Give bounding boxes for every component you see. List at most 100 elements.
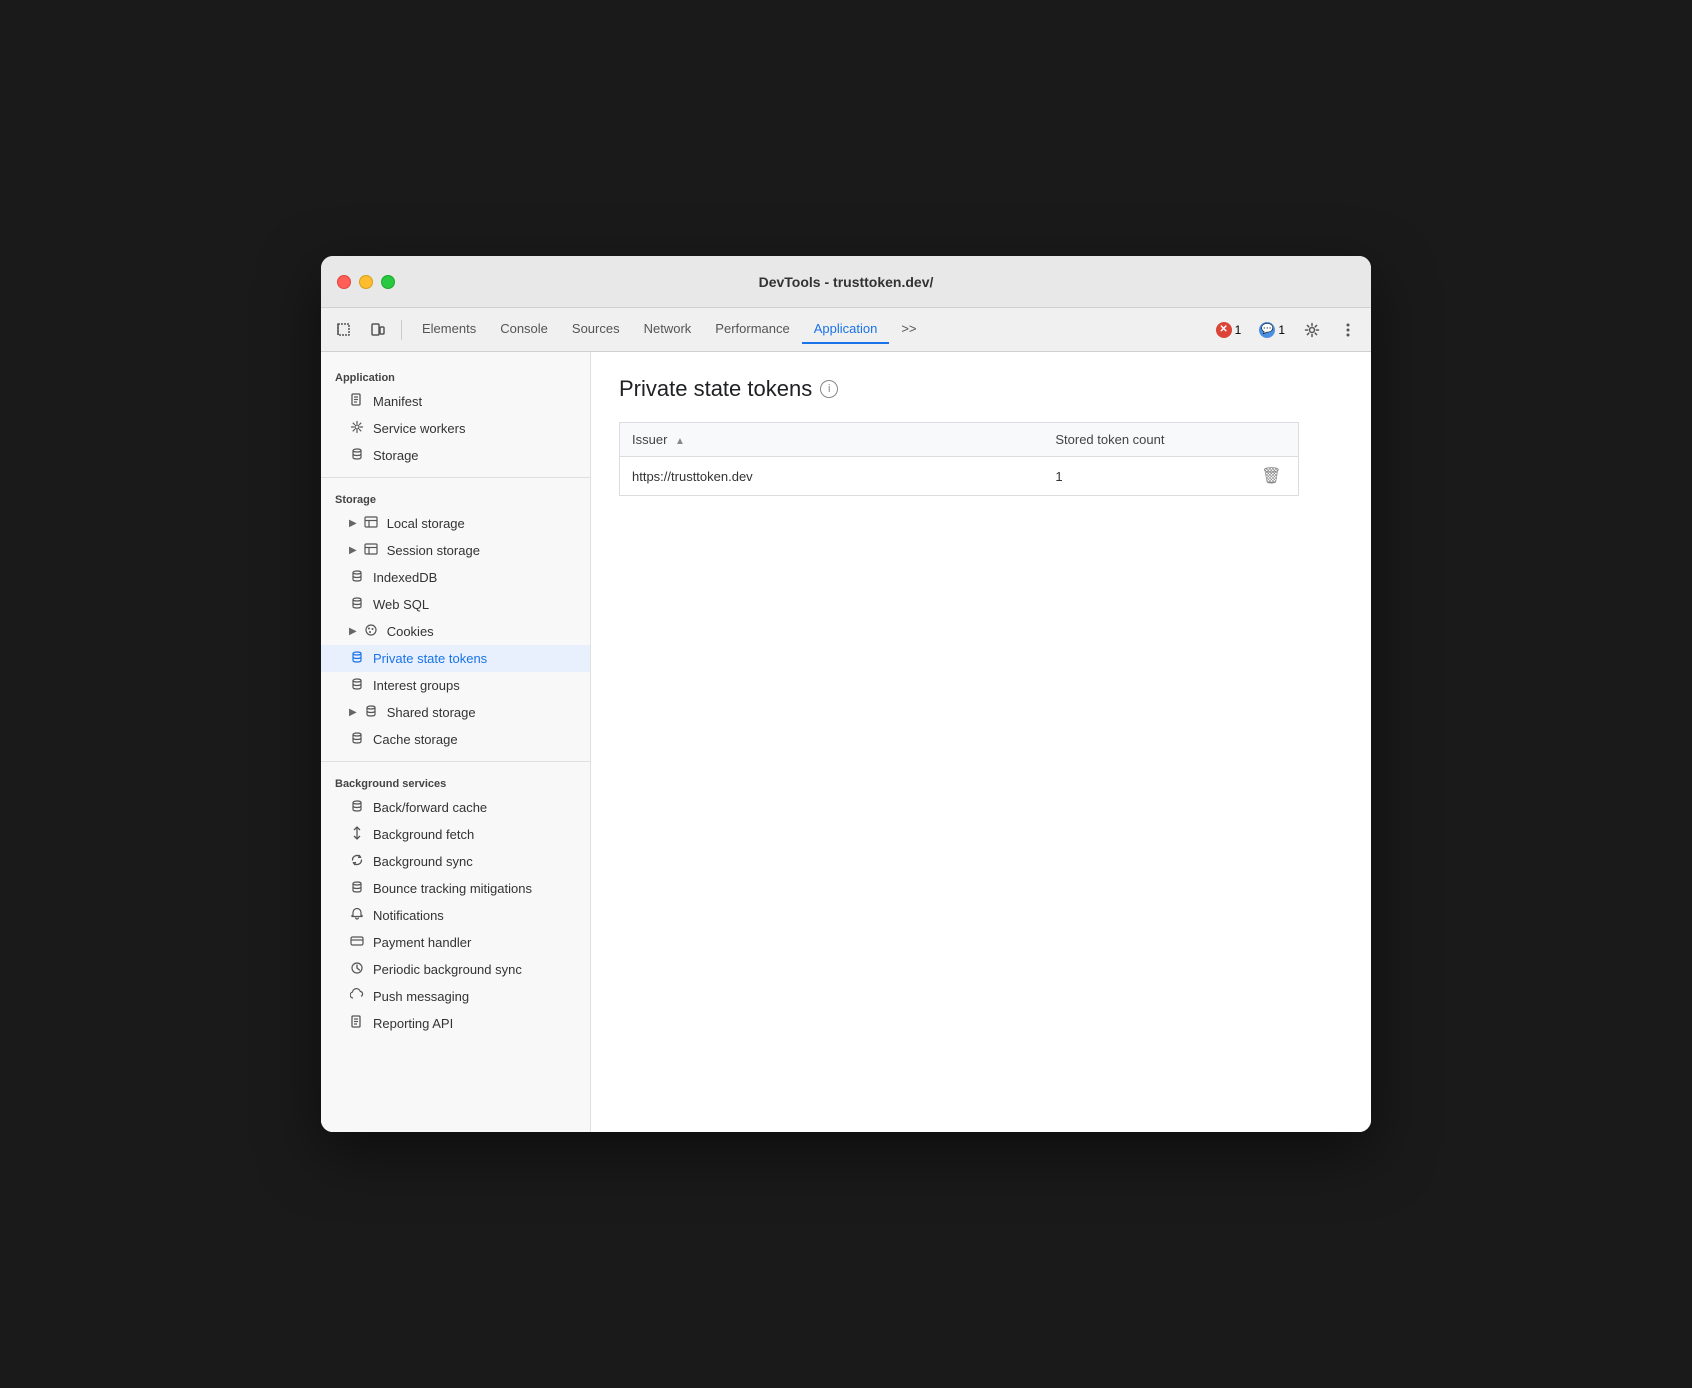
traffic-lights (337, 275, 395, 289)
sidebar-item-interest-groups[interactable]: Interest groups (321, 672, 590, 699)
sidebar-item-session-storage[interactable]: ▶ Session storage (321, 537, 590, 564)
sidebar-item-bounce-tracking[interactable]: Bounce tracking mitigations (321, 875, 590, 902)
th-issuer-label: Issuer (632, 432, 667, 447)
th-action (1245, 423, 1298, 457)
table-icon (363, 515, 379, 532)
sidebar-item-private-state-tokens[interactable]: Private state tokens (321, 645, 590, 672)
sidebar-label-local-storage: Local storage (387, 516, 465, 531)
sidebar-item-local-storage[interactable]: ▶ Local storage (321, 510, 590, 537)
th-issuer[interactable]: Issuer ▲ (620, 423, 1044, 457)
sidebar: Application Manifest Service workers Sto… (321, 352, 591, 1132)
settings-button[interactable] (1297, 316, 1327, 344)
minimize-button[interactable] (359, 275, 373, 289)
device-toolbar-button[interactable] (363, 316, 393, 344)
gear-icon (1304, 322, 1320, 338)
sidebar-item-indexeddb[interactable]: IndexedDB (321, 564, 590, 591)
info-icon[interactable]: i (820, 380, 838, 398)
delete-token-button[interactable]: 🗑 (1257, 466, 1285, 486)
sidebar-item-reporting-api[interactable]: Reporting API (321, 1010, 590, 1037)
sidebar-label-manifest: Manifest (373, 394, 422, 409)
sidebar-item-manifest[interactable]: Manifest (321, 388, 590, 415)
table-row: https://trusttoken.dev 1 🗑 (620, 457, 1299, 496)
cloud-icon (349, 988, 365, 1005)
error-count: 1 (1235, 323, 1242, 337)
file-icon (349, 393, 365, 410)
warning-count: 1 (1278, 323, 1285, 337)
sidebar-item-payment-handler[interactable]: Payment handler (321, 929, 590, 956)
file-icon-reporting (349, 1015, 365, 1032)
toolbar-right: ✕ 1 💬 1 (1210, 316, 1363, 344)
sidebar-item-periodic-bg-sync[interactable]: Periodic background sync (321, 956, 590, 983)
sidebar-item-notifications[interactable]: Notifications (321, 902, 590, 929)
tab-network[interactable]: Network (632, 315, 704, 344)
warning-badge-button[interactable]: 💬 1 (1253, 320, 1291, 340)
more-options-button[interactable] (1333, 316, 1363, 344)
arrow-cookies: ▶ (349, 626, 357, 637)
action-cell: 🗑 (1245, 457, 1298, 496)
database-icon-indexed (349, 569, 365, 586)
sidebar-item-cache-storage[interactable]: Cache storage (321, 726, 590, 753)
main-panel: Private state tokens i Issuer ▲ Stored t… (591, 352, 1371, 1132)
sidebar-label-cookies: Cookies (387, 624, 434, 639)
warning-icon: 💬 (1259, 322, 1275, 338)
cookie-icon (363, 623, 379, 640)
sidebar-label-periodic-bg-sync: Periodic background sync (373, 962, 522, 977)
device-icon (370, 322, 386, 338)
sidebar-section-bg-services: Background services (321, 770, 590, 794)
panel-title: Private state tokens (619, 376, 812, 402)
table-icon-session (363, 542, 379, 559)
cursor-icon (336, 322, 352, 338)
sidebar-label-interest-groups: Interest groups (373, 678, 460, 693)
tab-application[interactable]: Application (802, 315, 890, 344)
tokens-table: Issuer ▲ Stored token count https://trus… (619, 422, 1299, 496)
sidebar-section-storage: Storage (321, 486, 590, 510)
cursor-tool-button[interactable] (329, 316, 359, 344)
sidebar-item-bg-fetch[interactable]: Background fetch (321, 821, 590, 848)
database-icon-bt (349, 880, 365, 897)
sidebar-label-bg-sync: Background sync (373, 854, 473, 869)
main-area: Application Manifest Service workers Sto… (321, 352, 1371, 1132)
tab-sources[interactable]: Sources (560, 315, 632, 344)
window-title: DevTools - trusttoken.dev/ (759, 274, 934, 290)
sidebar-label-shared-storage: Shared storage (387, 705, 476, 720)
sidebar-item-shared-storage[interactable]: ▶ Shared storage (321, 699, 590, 726)
error-badge-button[interactable]: ✕ 1 (1210, 320, 1248, 340)
sidebar-section-application: Application (321, 364, 590, 388)
database-icon-bfc (349, 799, 365, 816)
sync-icon (349, 853, 365, 870)
database-icon-pst (349, 650, 365, 667)
sidebar-label-websql: Web SQL (373, 597, 429, 612)
sidebar-label-push-messaging: Push messaging (373, 989, 469, 1004)
th-count-label: Stored token count (1055, 432, 1164, 447)
sidebar-label-bg-fetch: Background fetch (373, 827, 474, 842)
sidebar-item-storage-app[interactable]: Storage (321, 442, 590, 469)
panel-title-row: Private state tokens i (619, 376, 1343, 402)
tab-elements[interactable]: Elements (410, 315, 488, 344)
maximize-button[interactable] (381, 275, 395, 289)
arrow-local-storage: ▶ (349, 518, 357, 529)
sidebar-item-websql[interactable]: Web SQL (321, 591, 590, 618)
count-cell: 1 (1043, 457, 1245, 496)
sidebar-label-notifications: Notifications (373, 908, 444, 923)
sidebar-label-indexeddb: IndexedDB (373, 570, 437, 585)
toolbar: Elements Console Sources Network Perform… (321, 308, 1371, 352)
tab-more[interactable]: >> (889, 315, 928, 344)
sidebar-item-cookies[interactable]: ▶ Cookies (321, 618, 590, 645)
sidebar-item-bg-sync[interactable]: Background sync (321, 848, 590, 875)
tab-performance[interactable]: Performance (703, 315, 801, 344)
close-button[interactable] (337, 275, 351, 289)
database-icon-ss (363, 704, 379, 721)
toolbar-separator (401, 320, 402, 340)
tab-console[interactable]: Console (488, 315, 560, 344)
sidebar-item-push-messaging[interactable]: Push messaging (321, 983, 590, 1010)
th-count: Stored token count (1043, 423, 1245, 457)
gear-icon (349, 420, 365, 437)
sidebar-label-private-state-tokens: Private state tokens (373, 651, 487, 666)
sidebar-item-bf-cache[interactable]: Back/forward cache (321, 794, 590, 821)
database-icon-ig (349, 677, 365, 694)
database-icon (349, 447, 365, 464)
sidebar-item-service-workers[interactable]: Service workers (321, 415, 590, 442)
sort-icon: ▲ (675, 436, 685, 447)
sidebar-label-cache-storage: Cache storage (373, 732, 458, 747)
more-icon (1346, 322, 1350, 338)
